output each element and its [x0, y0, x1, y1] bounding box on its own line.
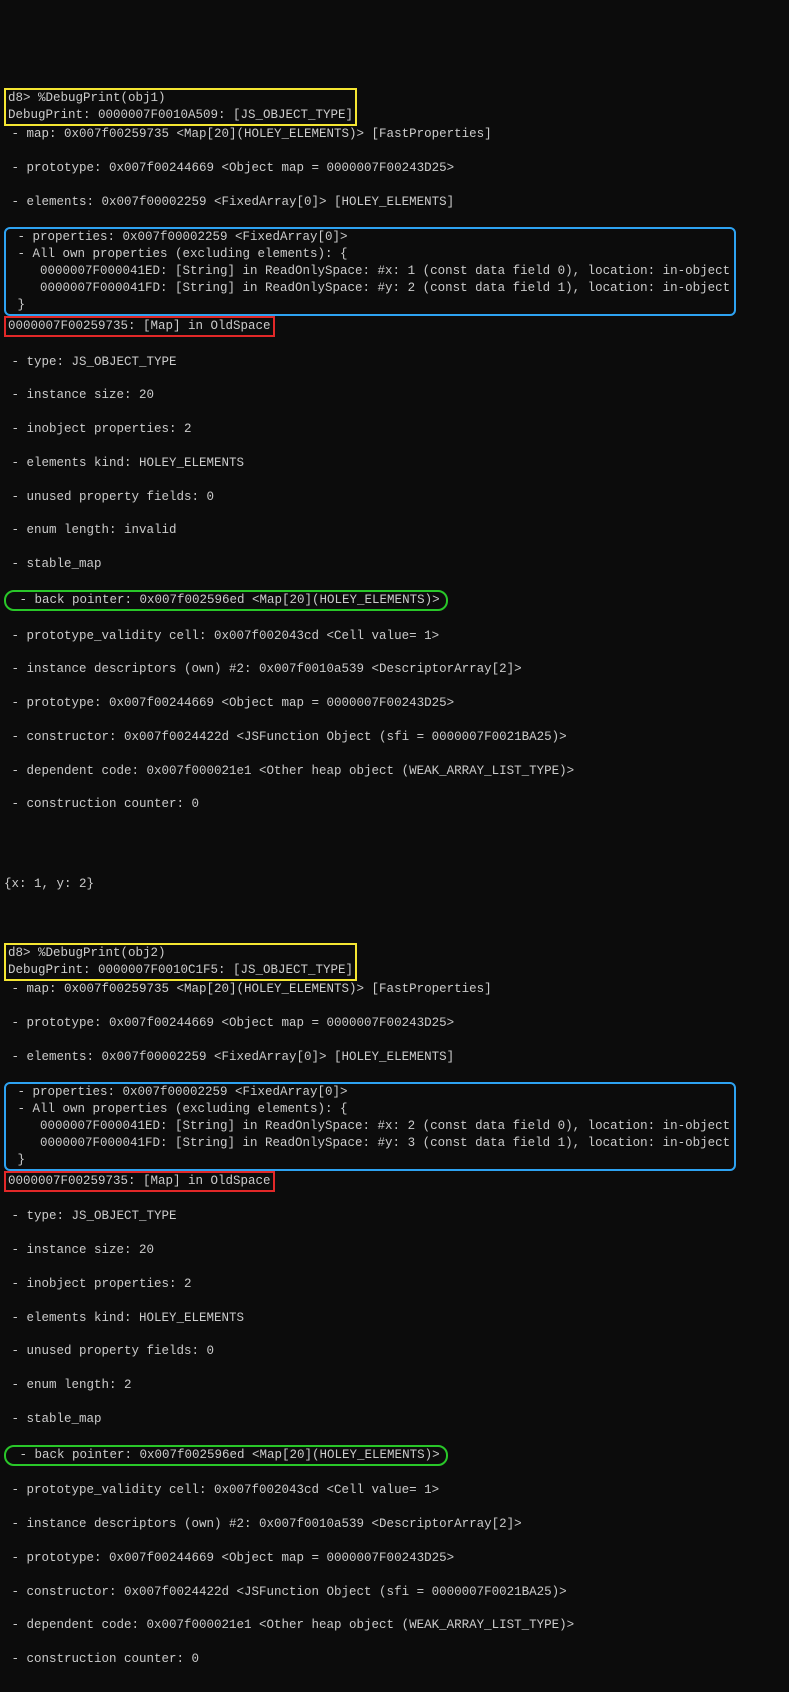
map-validity: - prototype_validity cell: 0x007f002043c…: [4, 628, 785, 645]
map-enumlen: - enum length: invalid: [4, 522, 785, 539]
map-header-obj2: 0000007F00259735: [Map] in OldSpace: [4, 1171, 275, 1192]
prototype-line: - prototype: 0x007f00244669 <Object map …: [4, 160, 785, 177]
debugprint-header-obj2: d8> %DebugPrint(obj2) DebugPrint: 000000…: [4, 943, 357, 981]
map-type: - type: JS_OBJECT_TYPE: [4, 1208, 785, 1225]
properties-block-obj2: - properties: 0x007f00002259 <FixedArray…: [4, 1082, 736, 1170]
map-depcode: - dependent code: 0x007f000021e1 <Other …: [4, 763, 785, 780]
map-inobj: - inobject properties: 2: [4, 421, 785, 438]
back-pointer-obj2: - back pointer: 0x007f002596ed <Map[20](…: [4, 1445, 448, 1466]
elements-line: - elements: 0x007f00002259 <FixedArray[0…: [4, 194, 785, 211]
map-unused: - unused property fields: 0: [4, 489, 785, 506]
cmd-line: d8> %DebugPrint(obj1): [8, 91, 166, 105]
map-constructor: - constructor: 0x007f0024422d <JSFunctio…: [4, 729, 785, 746]
map-instsize: - instance size: 20: [4, 1242, 785, 1259]
map-prototype: - prototype: 0x007f00244669 <Object map …: [4, 695, 785, 712]
map-descriptors: - instance descriptors (own) #2: 0x007f0…: [4, 1516, 785, 1533]
map-unused: - unused property fields: 0: [4, 1343, 785, 1360]
map-validity: - prototype_validity cell: 0x007f002043c…: [4, 1482, 785, 1499]
map-type: - type: JS_OBJECT_TYPE: [4, 354, 785, 371]
map-line: - map: 0x007f00259735 <Map[20](HOLEY_ELE…: [4, 981, 785, 998]
map-instsize: - instance size: 20: [4, 387, 785, 404]
map-constructor: - constructor: 0x007f0024422d <JSFunctio…: [4, 1584, 785, 1601]
map-stable: - stable_map: [4, 1411, 785, 1428]
back-pointer-obj1: - back pointer: 0x007f002596ed <Map[20](…: [4, 590, 448, 611]
map-constrcnt: - construction counter: 0: [4, 1651, 785, 1668]
map-stable: - stable_map: [4, 556, 785, 573]
map-elemkind: - elements kind: HOLEY_ELEMENTS: [4, 455, 785, 472]
debugprint-header-obj1: d8> %DebugPrint(obj1) DebugPrint: 000000…: [4, 88, 357, 126]
map-inobj: - inobject properties: 2: [4, 1276, 785, 1293]
map-constrcnt: - construction counter: 0: [4, 796, 785, 813]
object-literal-output: {x: 1, y: 2}: [4, 876, 785, 893]
map-enumlen: - enum length: 2: [4, 1377, 785, 1394]
map-prototype: - prototype: 0x007f00244669 <Object map …: [4, 1550, 785, 1567]
map-descriptors: - instance descriptors (own) #2: 0x007f0…: [4, 661, 785, 678]
map-line: - map: 0x007f00259735 <Map[20](HOLEY_ELE…: [4, 126, 785, 143]
map-depcode: - dependent code: 0x007f000021e1 <Other …: [4, 1617, 785, 1634]
map-header-obj1: 0000007F00259735: [Map] in OldSpace: [4, 316, 275, 337]
debugprint-line: DebugPrint: 0000007F0010A509: [JS_OBJECT…: [8, 108, 353, 122]
elements-line: - elements: 0x007f00002259 <FixedArray[0…: [4, 1049, 785, 1066]
cmd-line: d8> %DebugPrint(obj2): [8, 946, 166, 960]
prototype-line: - prototype: 0x007f00244669 <Object map …: [4, 1015, 785, 1032]
map-elemkind: - elements kind: HOLEY_ELEMENTS: [4, 1310, 785, 1327]
debugprint-line: DebugPrint: 0000007F0010C1F5: [JS_OBJECT…: [8, 963, 353, 977]
properties-block-obj1: - properties: 0x007f00002259 <FixedArray…: [4, 227, 736, 315]
